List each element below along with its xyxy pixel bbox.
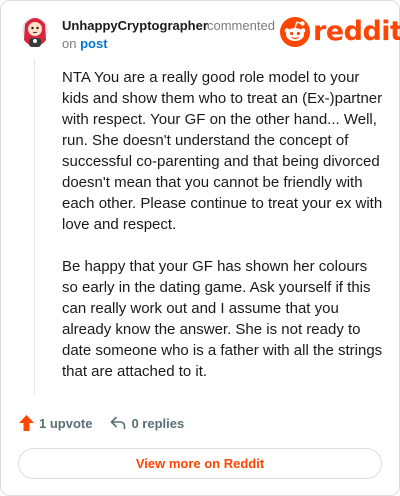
replies-count: 0 replies xyxy=(131,415,185,431)
thread-line[interactable] xyxy=(34,59,35,394)
post-reference: on post xyxy=(62,36,108,51)
reddit-logo[interactable]: reddit xyxy=(280,16,400,47)
reddit-snoo-icon xyxy=(280,16,310,47)
commented-label: commented xyxy=(207,18,275,33)
username-link[interactable]: UnhappyCryptographer xyxy=(62,18,208,33)
avatar[interactable] xyxy=(20,14,50,50)
reply-arrow-icon xyxy=(111,416,126,430)
upvote-count: 1 upvote xyxy=(39,415,93,431)
comment-paragraph: Be happy that your GF has shown her colo… xyxy=(62,258,383,380)
comment-body: NTA You are a really good role model to … xyxy=(62,67,384,403)
comment-actions: 1 upvote 0 replies xyxy=(19,415,184,431)
replies-button[interactable]: 0 replies xyxy=(110,416,184,431)
upvote-button[interactable]: 1 upvote xyxy=(19,415,92,431)
avatar-icon xyxy=(22,17,48,47)
comment-embed-card: UnhappyCryptographer commented on post r… xyxy=(0,0,400,496)
comment-paragraph: NTA You are a really good role model to … xyxy=(62,69,383,233)
post-link[interactable]: post xyxy=(80,36,107,51)
view-more-button[interactable]: View more on Reddit xyxy=(18,448,382,479)
on-label: on xyxy=(62,36,77,51)
upvote-arrow-icon xyxy=(19,415,34,431)
reddit-wordmark: reddit xyxy=(313,16,400,47)
